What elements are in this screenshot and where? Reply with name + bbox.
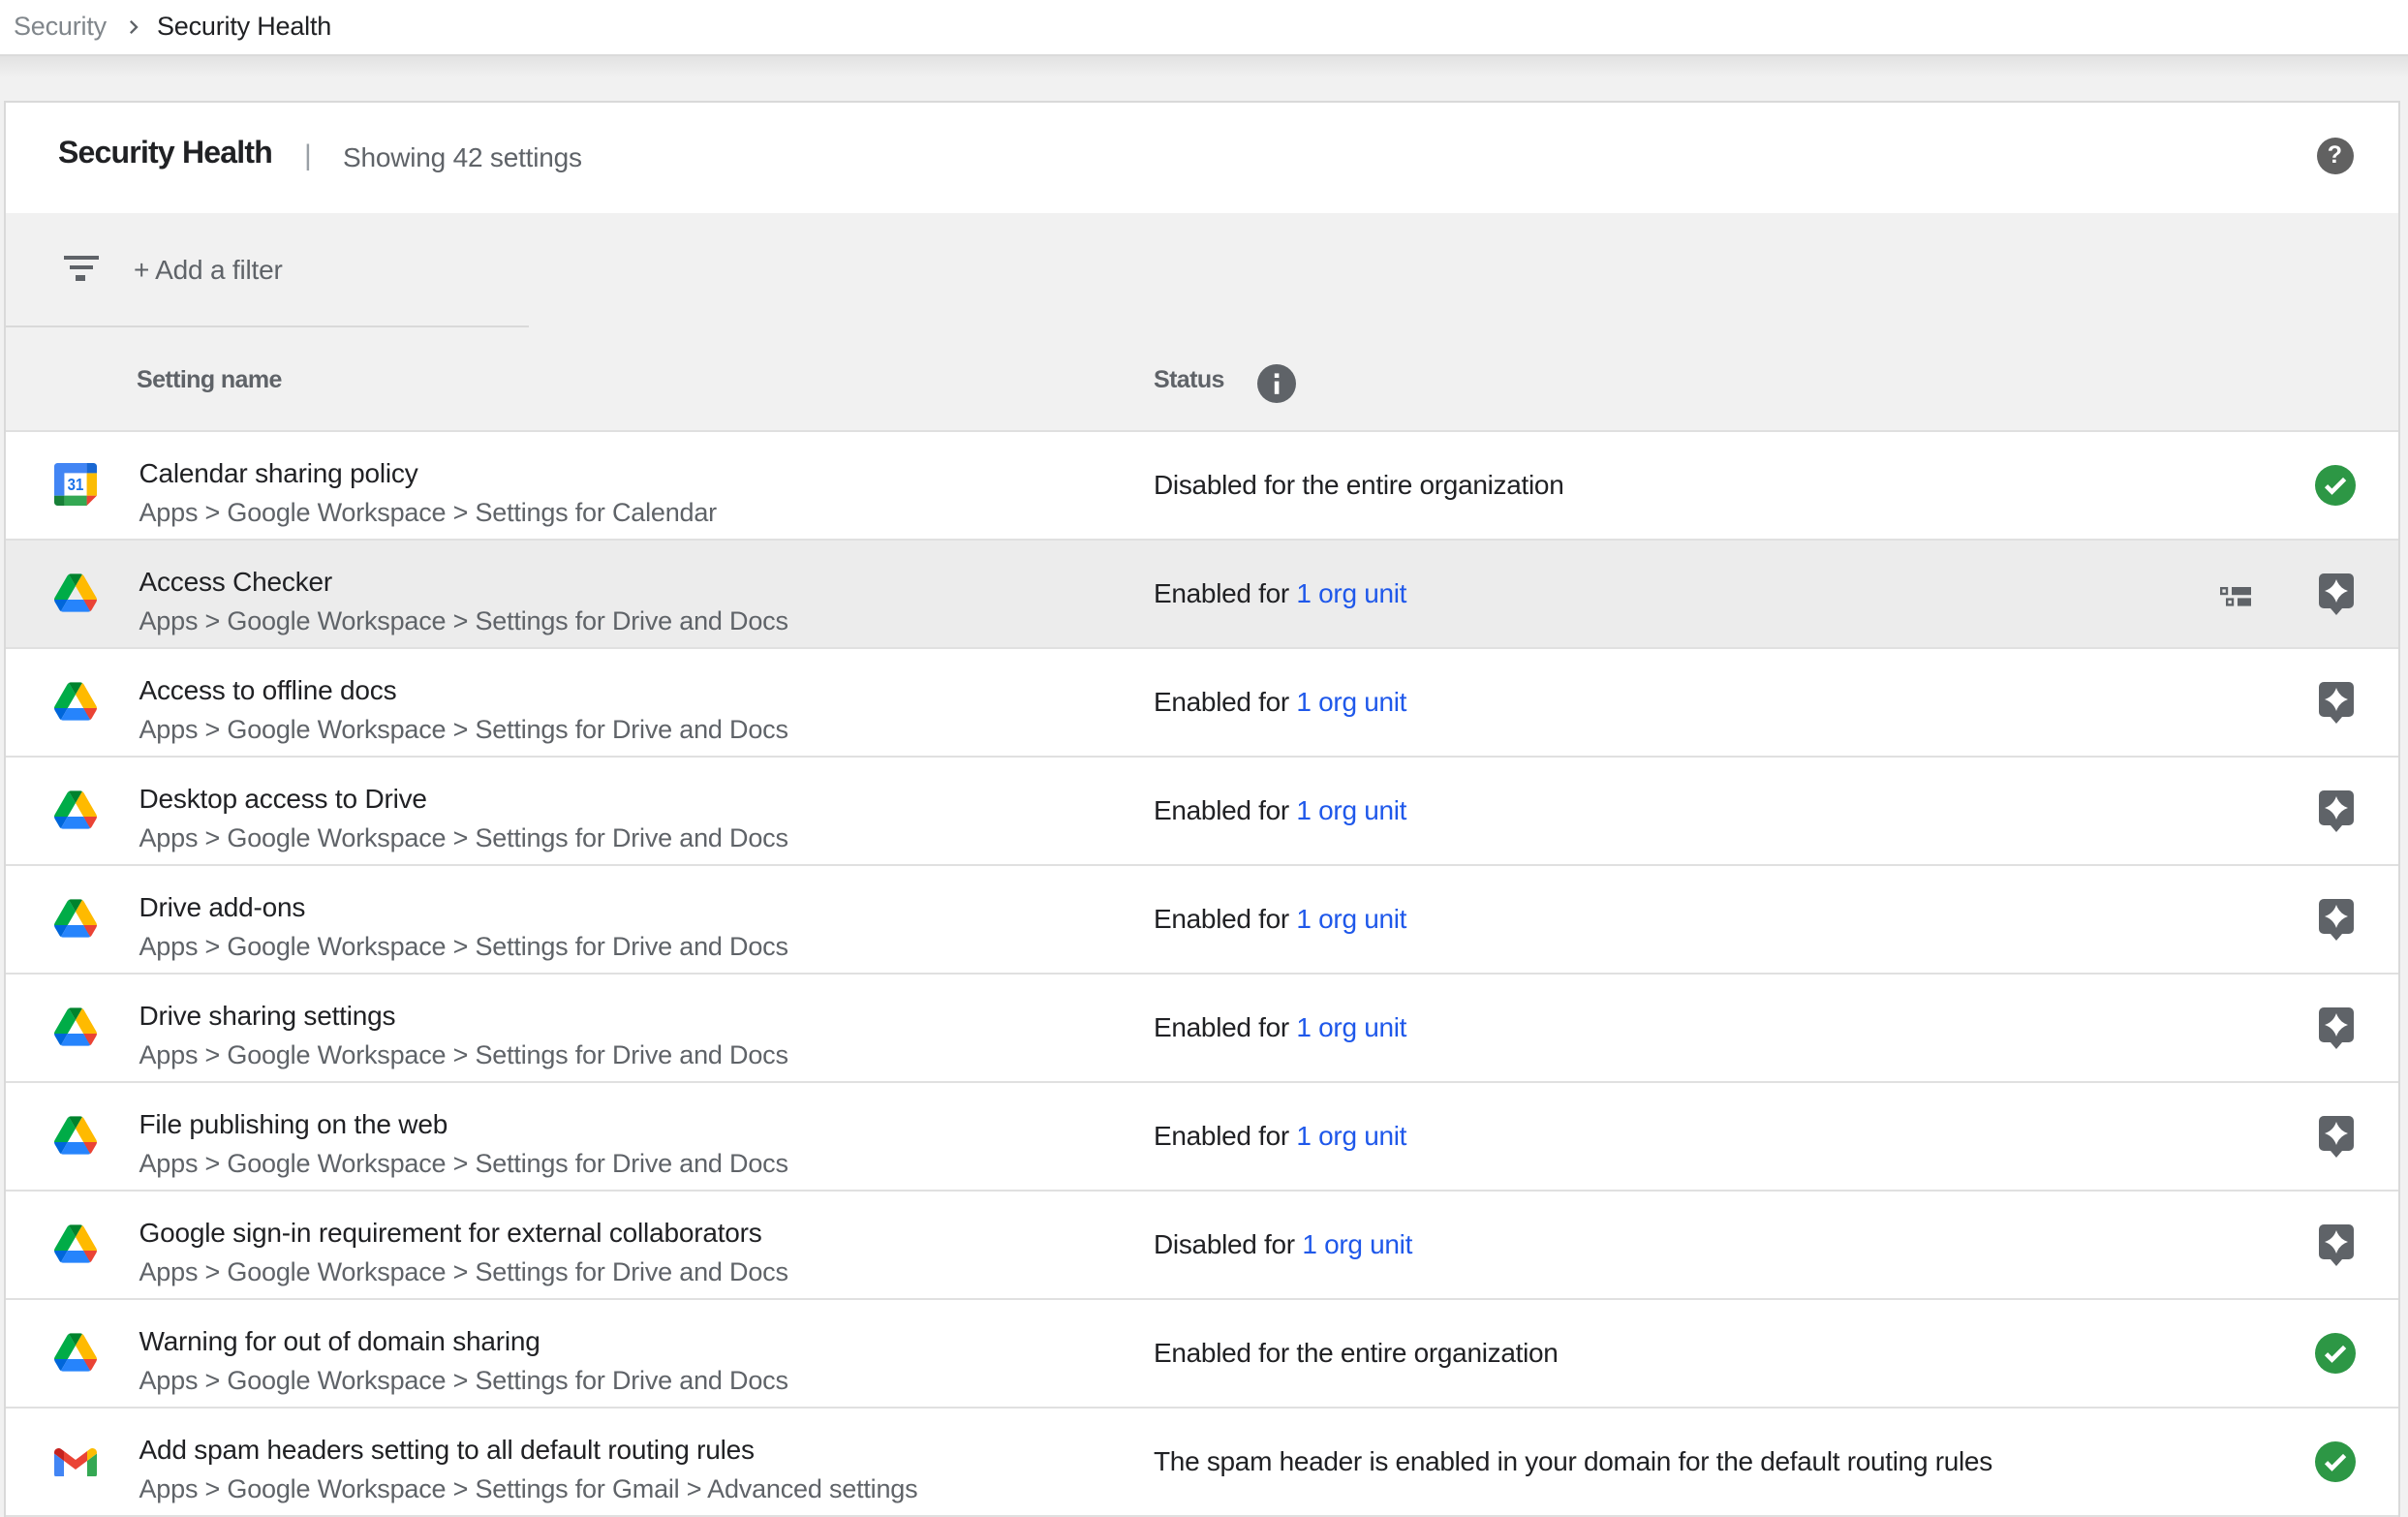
svg-text:31: 31: [67, 475, 83, 494]
